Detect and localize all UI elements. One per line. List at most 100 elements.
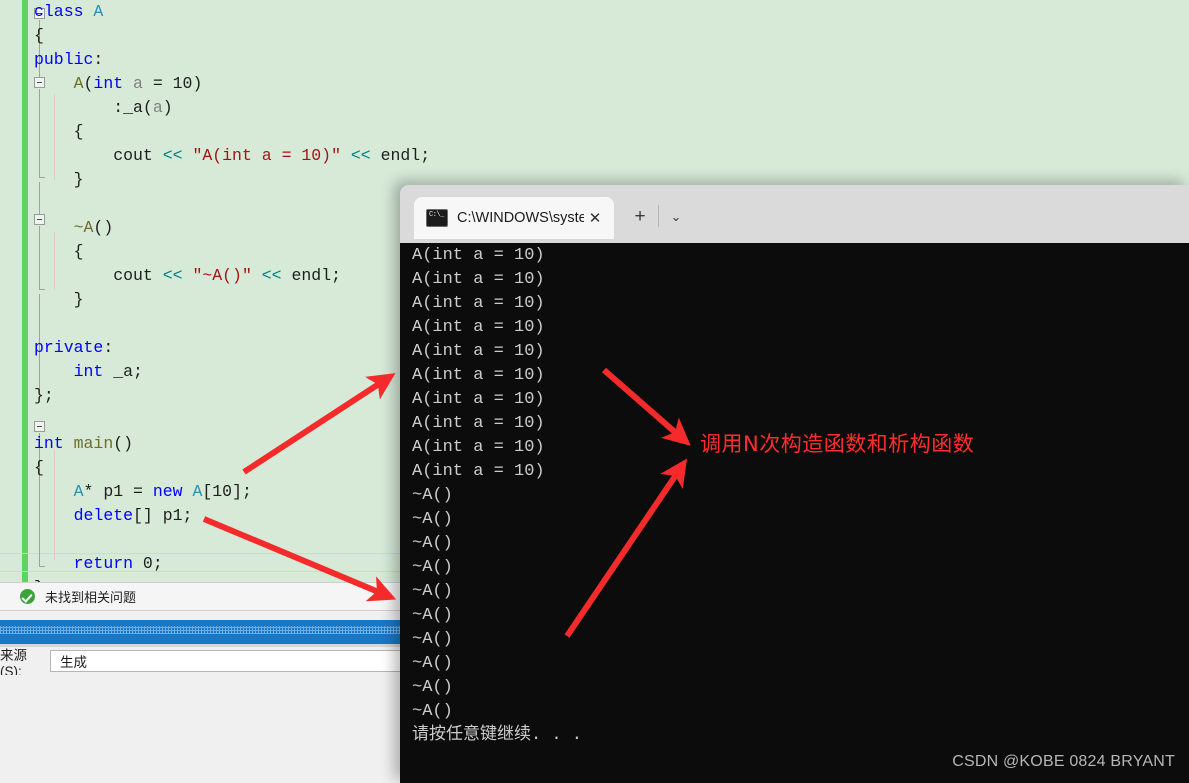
chevron-down-icon[interactable]: ⌄ [664,205,688,229]
terminal-output-area[interactable]: A(int a = 10) A(int a = 10) A(int a = 10) A… [400,243,1189,783]
code-token: << [162,146,183,165]
code-token: [] p1; [133,506,193,525]
code-token: endl; [370,146,431,165]
terminal-tab-title: C:\WINDOWS\system32\cmd. [457,210,584,226]
terminal-line: A(int a = 10) [412,270,545,289]
code-token: public [34,50,94,69]
new-tab-icon[interactable]: + [628,205,652,229]
terminal-line: A(int a = 10) [412,342,545,361]
code-token: _a; [103,362,143,381]
code-token: }; [34,386,54,405]
code-token: a [133,74,143,93]
terminal-output-text: A(int a = 10) A(int a = 10) A(int a = 10) A… [412,244,582,748]
code-line: } [34,288,434,312]
windows-terminal-window: C:\WINDOWS\system32\cmd. ✕ + ⌄ A(int a =… [400,185,1189,783]
code-line: private: [34,336,434,360]
change-bar-indicator [22,0,28,582]
terminal-line: A(int a = 10) [412,294,545,313]
terminal-tab-cmd[interactable]: C:\WINDOWS\system32\cmd. ✕ [414,197,614,239]
code-line: { [34,24,434,48]
cmd-console-icon [426,209,448,227]
terminal-line: ~A() [412,510,453,529]
code-token: delete [73,506,134,525]
terminal-line: A(int a = 10) [412,414,545,433]
code-token: cout [34,266,163,285]
code-token: << [162,266,183,285]
check-circle-icon [20,589,35,604]
code-token: } [34,170,84,189]
code-line: A* p1 = new A[10]; [34,480,434,504]
code-token: "A(int a = 10)" [192,146,341,165]
code-token: () [93,218,114,237]
code-token: A [192,482,203,501]
code-token: * p1 = [83,482,153,501]
terminal-line: ~A() [412,558,453,577]
code-line: cout << "A(int a = 10)" << endl; [34,144,434,168]
code-token: << [350,146,371,165]
code-token: 0; [133,554,163,573]
code-token: : [93,50,104,69]
code-line: { [34,456,434,480]
terminal-line: ~A() [412,534,453,553]
code-token: << [261,266,282,285]
code-line: :_a(a) [34,96,434,120]
code-token: : [103,338,114,357]
code-token: class [34,2,94,21]
code-token: return [73,554,134,573]
terminal-titlebar[interactable]: C:\WINDOWS\system32\cmd. ✕ + ⌄ [400,185,1189,243]
code-line: ~A() [34,216,434,240]
code-line: A(int a = 10) [34,72,434,96]
terminal-line: ~A() [412,582,453,601]
code-line: return 0; [34,552,434,576]
terminal-line: A(int a = 10) [412,390,545,409]
code-token: { [34,122,84,141]
source-code-text[interactable]: class A{public: A(int a = 10) :_a(a) { c… [34,0,434,600]
terminal-line: ~A() [412,654,453,673]
terminal-line: A(int a = 10) [412,246,545,265]
csdn-watermark: CSDN @KOBE 0824 BRYANT [952,753,1175,770]
code-line: cout << "~A()" << endl; [34,264,434,288]
code-token: private [34,338,104,357]
code-token: ~A [73,218,94,237]
code-line: } [34,168,434,192]
code-token: } [34,290,84,309]
close-icon[interactable]: ✕ [584,207,606,229]
editor-left-gutter [0,0,22,582]
code-token: main [73,434,114,453]
code-token: A [93,2,104,21]
code-line: { [34,240,434,264]
code-line: public: [34,48,434,72]
error-status-text: 未找到相关问题 [45,590,137,605]
code-token: { [34,242,84,261]
code-line: delete[] p1; [34,504,434,528]
code-token: () [113,434,134,453]
source-label: 来源(S): [0,647,27,679]
terminal-line: A(int a = 10) [412,462,545,481]
tabbar-separator [658,205,659,227]
code-line: class A [34,0,434,24]
code-line: int _a; [34,360,434,384]
terminal-line: ~A() [412,486,453,505]
code-line: { [34,120,434,144]
terminal-line: ~A() [412,702,453,721]
code-line: int main() [34,432,434,456]
code-token: endl; [281,266,342,285]
terminal-line: ~A() [412,678,453,697]
terminal-line: A(int a = 10) [412,438,545,457]
code-line: }; [34,384,434,408]
code-token: { [34,458,44,477]
code-token: ( [83,74,94,93]
